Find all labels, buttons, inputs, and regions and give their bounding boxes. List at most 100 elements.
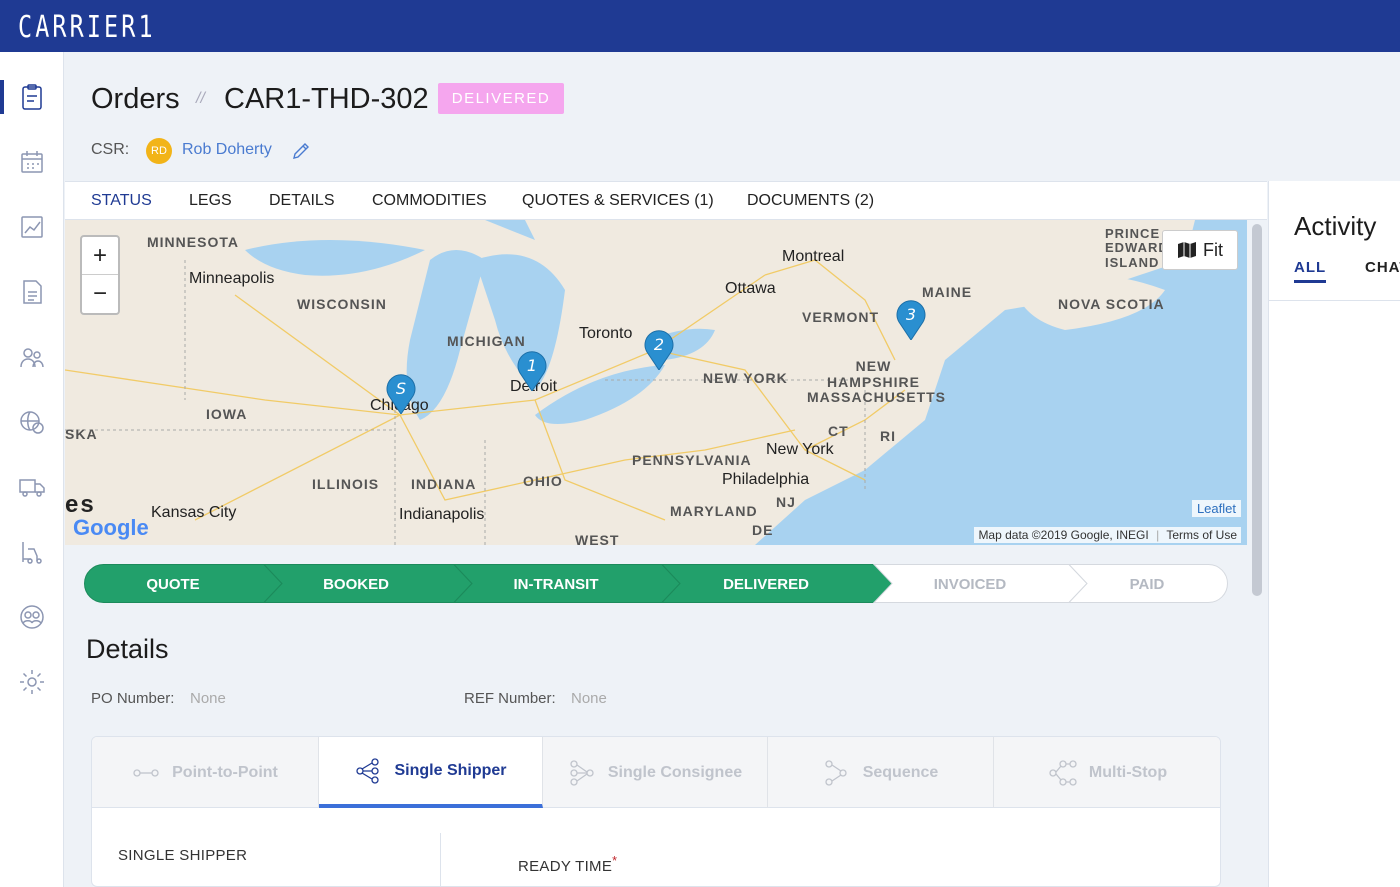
map-city-label: Ottawa [725,280,776,297]
po-number-value[interactable]: None [190,690,226,707]
app-logo[interactable]: CARRIER1 [18,10,156,45]
google-logo: Google [73,515,149,540]
map-region-label: ILLINOIS [312,476,380,492]
status-pipeline: QUOTE BOOKED IN-TRANSIT DELIVERED INVOIC… [84,564,1228,603]
activity-tab-all[interactable]: ALL [1294,259,1327,283]
users-icon [20,348,44,368]
tab-legs[interactable]: LEGS [189,192,232,210]
tab-status[interactable]: STATUS [91,192,152,210]
fit-map-button[interactable]: Fit [1162,230,1238,270]
map-city-label: Kansas City [151,504,237,521]
map-region-label: WISCONSIN [297,296,387,312]
map-city-label: Philadelphia [722,471,810,488]
mode-tab-sequence[interactable]: Sequence [768,737,994,808]
mode-tab-point-to-point[interactable]: Point-to-Point [92,737,319,808]
scrollbar[interactable] [1252,224,1262,596]
tab-commodities[interactable]: COMMODITIES [372,192,487,210]
forklift-icon [22,542,42,564]
sidebar-item-invoices[interactable] [0,267,64,317]
single-shipper-label: SINGLE SHIPPER [118,847,248,864]
sidebar-item-users[interactable] [0,332,64,382]
map-pin-stop-3[interactable]: 3 [893,296,929,340]
zoom-out-button[interactable]: − [82,275,118,313]
mode-tab-multi-stop[interactable]: Multi-Stop [994,737,1220,808]
map-region-label: OHIO [523,473,563,489]
map-region-label: CT [828,423,849,439]
map-pin-label: 1 [527,356,537,375]
route-map[interactable]: MINNESOTA WISCONSIN MICHIGAN IOWA ILLINO… [65,220,1247,545]
map-pin-label: 3 [906,305,916,324]
map-region-label: MARYLAND [670,503,758,519]
mode-tab-single-consignee[interactable]: Single Consignee [543,737,768,808]
mode-tab-single-shipper[interactable]: Single Shipper [319,737,543,808]
pipeline-label: DELIVERED [723,576,809,593]
map-city-label: Montreal [782,248,845,265]
tab-documents[interactable]: DOCUMENTS (2) [747,192,874,210]
zoom-in-button[interactable]: + [82,237,118,275]
terms-of-use-link[interactable]: Terms of Use [1166,528,1237,542]
map-icon [1178,242,1196,258]
mode-tab-label: Single Consignee [607,763,743,781]
sidebar-item-carriers[interactable] [0,462,64,512]
ref-number-label: REF Number: [464,690,556,707]
map-region-label: NOVA SCOTIA [1058,296,1165,312]
pipeline-label: PAID [1130,576,1165,593]
calendar-icon [21,151,43,173]
pipeline-label: INVOICED [934,576,1007,593]
leaflet-attribution[interactable]: Leaflet [1191,500,1241,517]
pipeline-label: BOOKED [323,576,389,593]
po-number-label: PO Number: [91,690,175,707]
ready-time-label: READY TIME* [518,854,617,875]
map-region-label: MAINE [922,284,973,300]
map-city-label: Toronto [579,325,633,342]
multi-stop-icon [1049,759,1077,786]
sidebar-item-warehouse[interactable] [0,527,64,577]
mode-tab-label: Single Shipper [394,761,507,779]
activity-panel: Activity ALL CHAT [1268,181,1400,301]
sidebar-item-calendar[interactable] [0,137,64,187]
tab-details[interactable]: DETAILS [269,192,335,210]
avatar: RD [146,138,172,164]
sidebar-item-settings[interactable] [0,657,64,707]
chart-icon [21,216,43,238]
csr-label: CSR: [91,141,130,158]
divider [440,833,441,886]
map-region-label: SKA [65,426,98,442]
map-pin-label: S [396,379,406,398]
map-data-text: Map data ©2019 Google, INEGI [978,528,1149,542]
map-region-label: NEW HAMPSHIRE [826,358,920,391]
map-region-label: VERMONT [802,309,879,325]
map-region-label: INDIANA [411,476,477,492]
map-region-label: WEST [575,532,620,545]
map-region-label: RI [880,428,896,444]
map-pin-label: 2 [654,335,664,354]
single-consignee-icon [570,759,594,786]
order-id: CAR1-THD-302 [224,83,429,115]
activity-feed [1268,301,1400,887]
sequence-icon [825,759,847,786]
map-pin-shipper[interactable]: S [383,370,419,414]
csr-name-link[interactable]: Rob Doherty [182,141,272,159]
sidebar-item-rates[interactable] [0,397,64,447]
map-city-label: Minneapolis [189,270,275,287]
map-region-label: IOWA [206,406,248,422]
tab-quotes-services[interactable]: QUOTES & SERVICES (1) [522,192,714,210]
map-pin-stop-1[interactable]: 1 [514,347,550,391]
globe-dollar-icon [20,411,44,434]
map-city-label: Indianapolis [399,506,485,523]
ref-number-value[interactable]: None [571,690,607,707]
map-pin-stop-2[interactable]: 2 [641,326,677,370]
map-region-label: NJ [776,494,796,510]
activity-title: Activity [1294,211,1377,241]
sidebar-item-orders[interactable] [0,72,64,122]
sidebar-item-contacts[interactable] [0,592,64,642]
details-heading: Details [86,634,169,664]
map-region-label: NEW YORK [703,370,788,386]
mode-tab-label: Multi-Stop [1088,763,1168,781]
required-marker: * [612,854,618,868]
page-title[interactable]: Orders [91,83,180,116]
pencil-icon[interactable] [291,141,311,161]
sidebar-item-analytics[interactable] [0,202,64,252]
clipboard-icon [22,84,42,110]
activity-tab-chat[interactable]: CHAT [1365,259,1400,276]
